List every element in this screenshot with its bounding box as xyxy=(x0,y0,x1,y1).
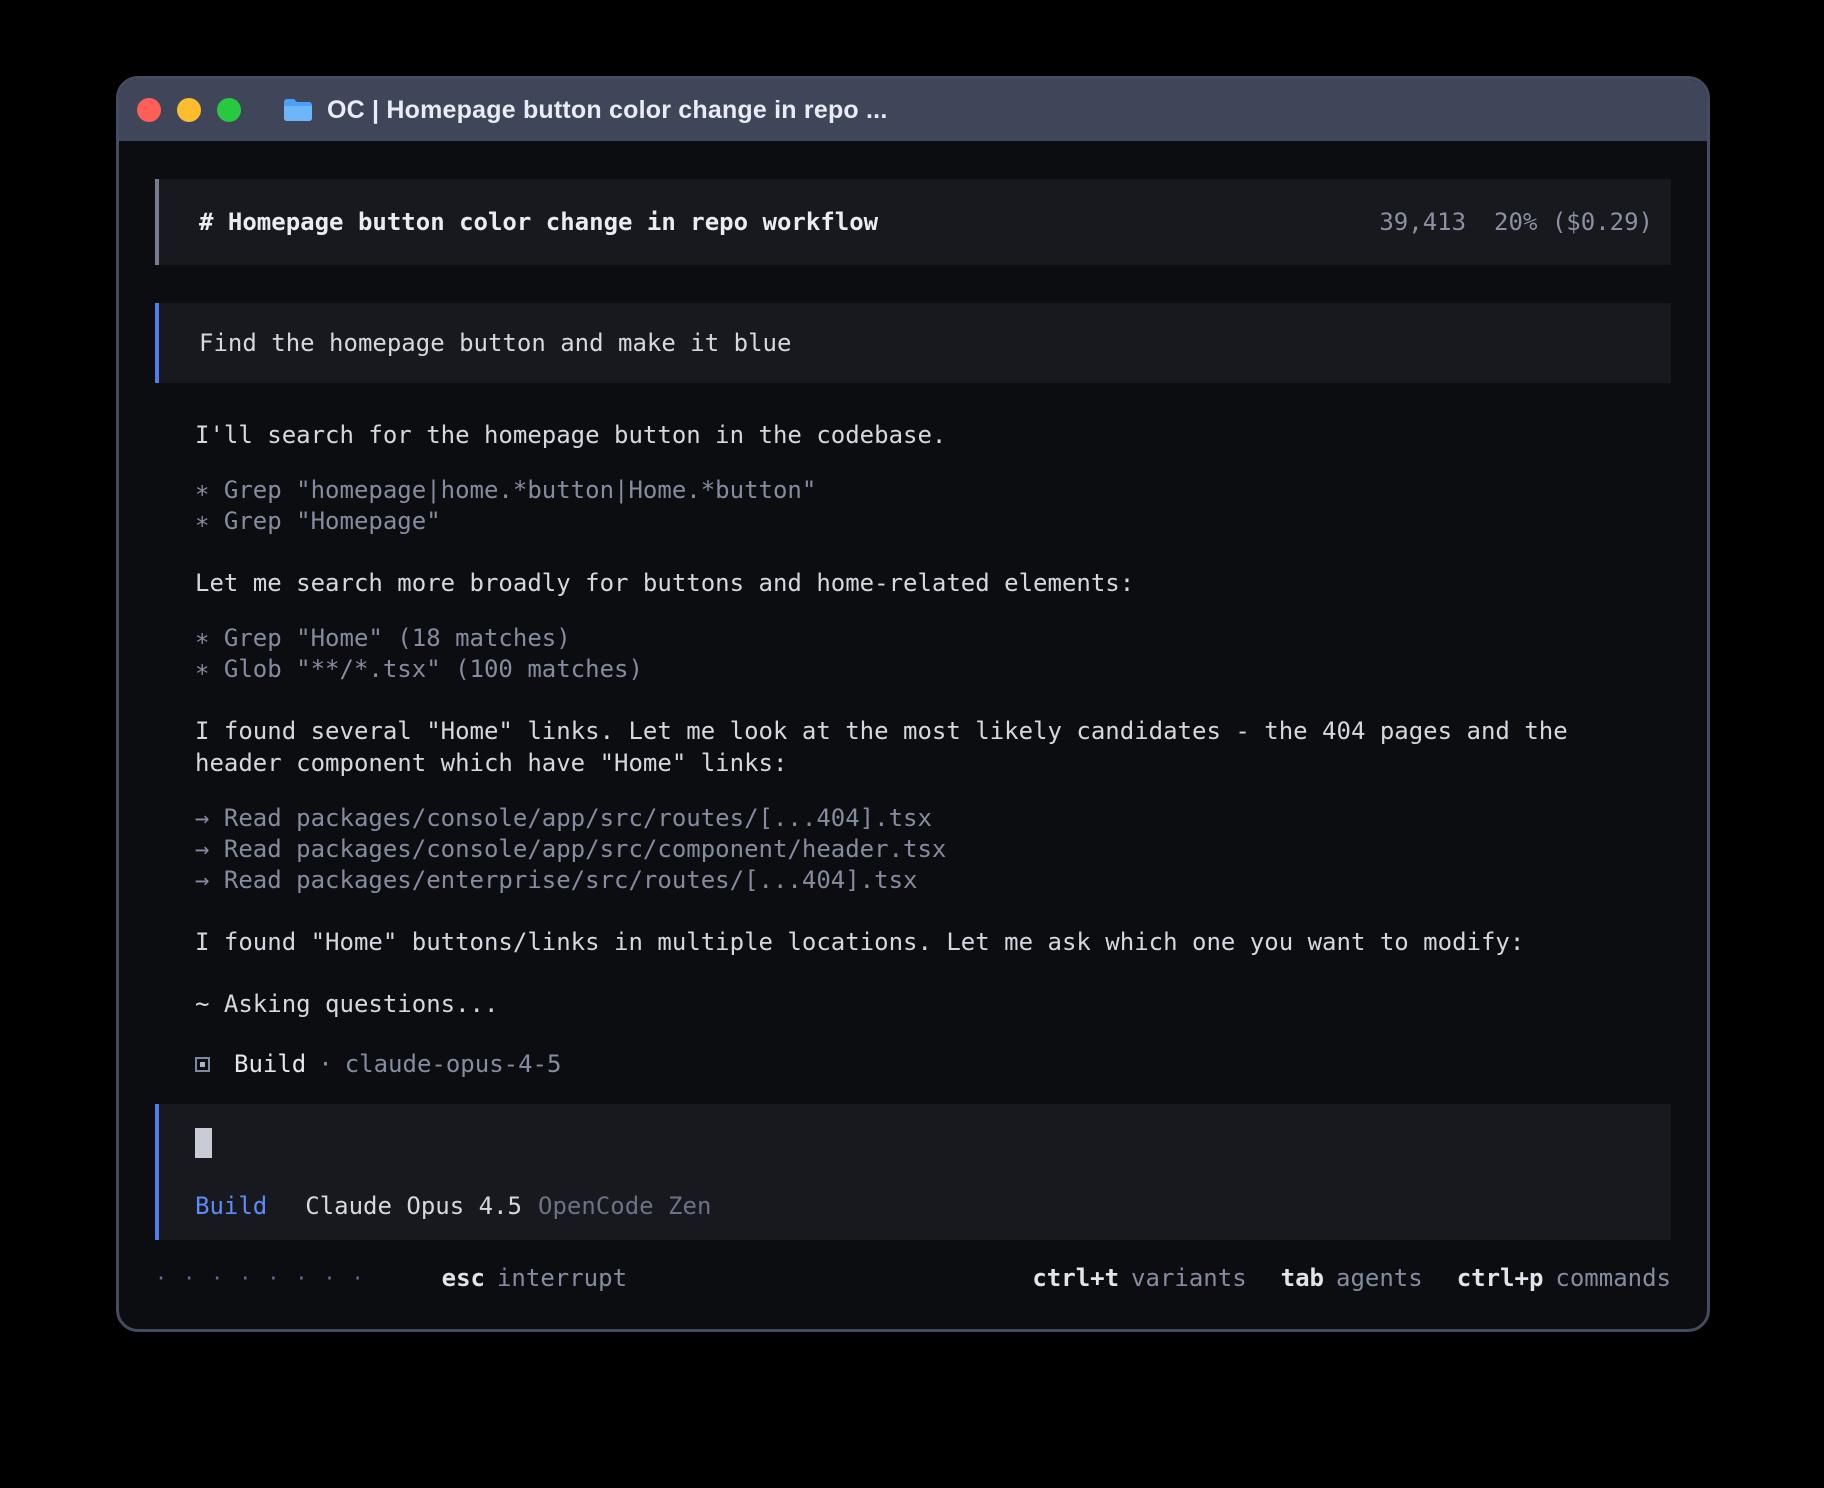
user-message-text: Find the homepage button and make it blu… xyxy=(199,329,791,357)
tool-call-glob: ∗ Glob "**/*.tsx" (100 matches) xyxy=(195,654,1591,685)
agents-label: agents xyxy=(1336,1264,1423,1292)
hint-agents: tab agents xyxy=(1281,1264,1423,1292)
tab-key: tab xyxy=(1281,1264,1324,1292)
hint-interrupt: esc interrupt xyxy=(442,1264,627,1292)
session-header: # Homepage button color change in repo w… xyxy=(155,179,1671,265)
tool-call-read: → Read packages/console/app/src/routes/[… xyxy=(195,803,1591,834)
context-usage: 20% ($0.29) xyxy=(1494,208,1653,236)
status-bar: · · · · · · · · esc interrupt ctrl+t var… xyxy=(155,1264,1671,1292)
user-message: Find the homepage button and make it blu… xyxy=(155,303,1671,383)
esc-key: esc xyxy=(442,1264,485,1292)
close-window-button[interactable] xyxy=(137,98,161,122)
model-name: Claude Opus 4.5 xyxy=(305,1192,522,1220)
window-title-group: OC | Homepage button color change in rep… xyxy=(283,96,887,125)
terminal-content: # Homepage button color change in repo w… xyxy=(119,141,1707,1329)
window-titlebar: OC | Homepage button color change in rep… xyxy=(119,79,1707,141)
agent-separator: · xyxy=(318,1050,332,1078)
traffic-lights xyxy=(137,98,241,122)
tool-call-group: ∗ Grep "homepage|home.*button|Home.*butt… xyxy=(195,475,1591,537)
commands-label: commands xyxy=(1555,1264,1671,1292)
provider-name: OpenCode Zen xyxy=(538,1192,711,1220)
session-stats: 39,413 20% ($0.29) xyxy=(1379,208,1653,236)
text-cursor xyxy=(195,1128,212,1158)
ctrl-t-key: ctrl+t xyxy=(1032,1264,1119,1292)
agent-status-row: Build · claude-opus-4-5 xyxy=(195,1050,1591,1078)
tool-call-read: → Read packages/enterprise/src/routes/[.… xyxy=(195,865,1591,896)
agent-model: claude-opus-4-5 xyxy=(345,1050,562,1078)
tool-call-grep: ∗ Grep "Home" (18 matches) xyxy=(195,623,1591,654)
window-title: OC | Homepage button color change in rep… xyxy=(327,96,887,125)
minimize-window-button[interactable] xyxy=(177,98,201,122)
tool-call-group: ∗ Grep "Home" (18 matches) ∗ Glob "**/*.… xyxy=(195,623,1591,685)
assistant-transcript: I'll search for the homepage button in t… xyxy=(155,383,1671,1078)
tool-call-grep: ∗ Grep "homepage|home.*button|Home.*butt… xyxy=(195,475,1591,506)
mode-badge: Build xyxy=(195,1192,267,1220)
folder-icon xyxy=(283,98,313,122)
assistant-paragraph: I found several "Home" links. Let me loo… xyxy=(195,715,1591,779)
token-count: 39,413 xyxy=(1379,208,1466,236)
agent-icon xyxy=(195,1057,210,1072)
zoom-window-button[interactable] xyxy=(217,98,241,122)
input-meta: Build Claude Opus 4.5 OpenCode Zen xyxy=(195,1192,1647,1220)
esc-label: interrupt xyxy=(497,1264,627,1292)
assistant-paragraph: Let me search more broadly for buttons a… xyxy=(195,567,1591,599)
assistant-status: ~ Asking questions... xyxy=(195,988,1591,1020)
tool-call-grep: ∗ Grep "Homepage" xyxy=(195,506,1591,537)
assistant-paragraph: I found "Home" buttons/links in multiple… xyxy=(195,926,1591,958)
variants-label: variants xyxy=(1131,1264,1247,1292)
tool-call-read: → Read packages/console/app/src/componen… xyxy=(195,834,1591,865)
terminal-window: OC | Homepage button color change in rep… xyxy=(116,76,1710,1332)
agent-name: Build xyxy=(234,1050,306,1078)
spinner-dots: · · · · · · · · xyxy=(155,1266,366,1290)
prompt-input[interactable]: Build Claude Opus 4.5 OpenCode Zen xyxy=(155,1104,1671,1240)
ctrl-p-key: ctrl+p xyxy=(1457,1264,1544,1292)
tool-call-group: → Read packages/console/app/src/routes/[… xyxy=(195,803,1591,896)
hint-variants: ctrl+t variants xyxy=(1032,1264,1246,1292)
status-bar-right: ctrl+t variants tab agents ctrl+p comman… xyxy=(1032,1264,1671,1292)
status-bar-left: · · · · · · · · esc interrupt xyxy=(155,1264,627,1292)
hint-commands: ctrl+p commands xyxy=(1457,1264,1671,1292)
assistant-paragraph: I'll search for the homepage button in t… xyxy=(195,419,1591,451)
session-title: # Homepage button color change in repo w… xyxy=(199,208,878,236)
